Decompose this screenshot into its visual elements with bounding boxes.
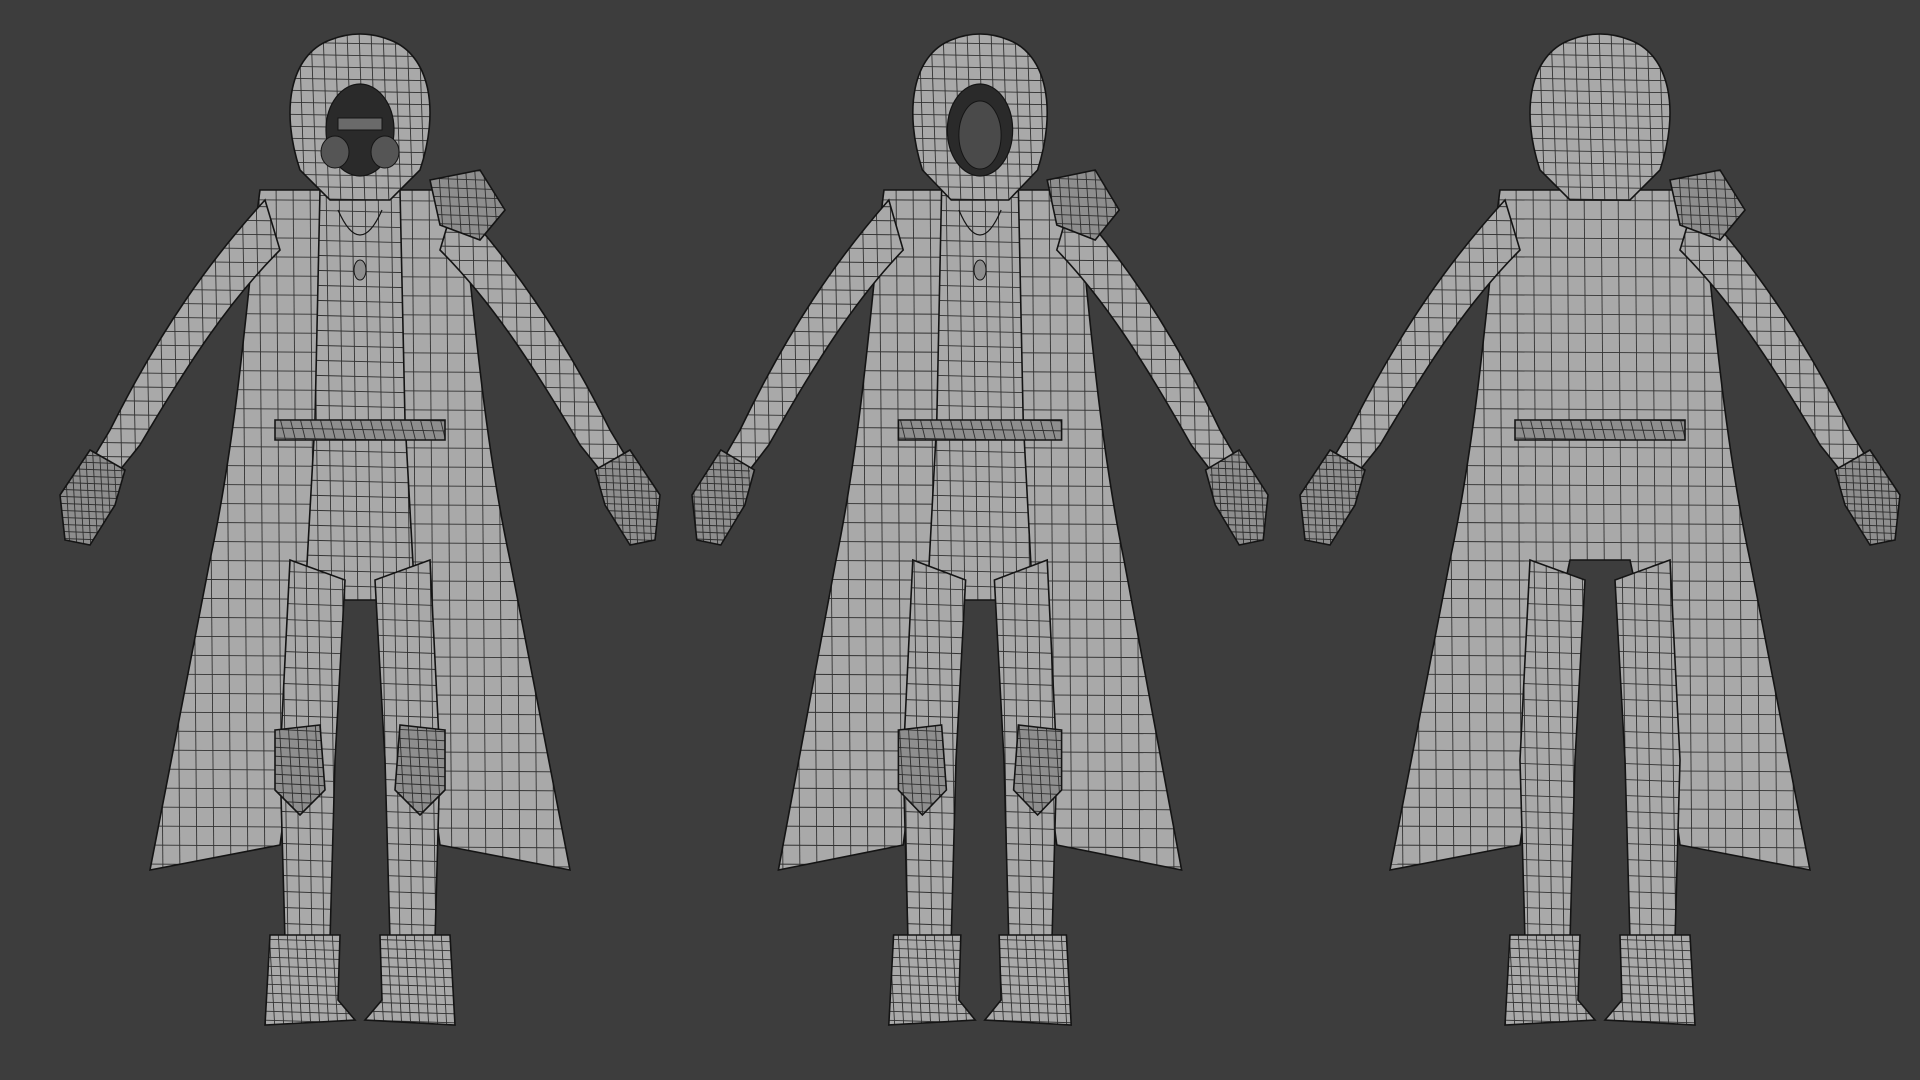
right-boot-icon xyxy=(363,934,456,1026)
front-view[interactable] xyxy=(50,30,673,1032)
belt-icon xyxy=(897,419,1063,441)
left-boot-icon xyxy=(1504,934,1597,1026)
three-quarter-view[interactable] xyxy=(670,30,1293,1032)
hood-icon xyxy=(1529,33,1671,201)
3d-viewport[interactable] xyxy=(0,0,1920,1080)
wireframe-scene xyxy=(50,30,1913,1032)
right-boot-icon xyxy=(983,934,1073,1026)
face-icon xyxy=(946,83,1014,177)
belt-icon xyxy=(1514,419,1686,441)
left-boot-icon xyxy=(264,934,357,1026)
belt-icon xyxy=(274,419,446,441)
right-boot-icon xyxy=(1603,934,1696,1026)
back-view[interactable] xyxy=(1290,30,1913,1032)
left-boot-icon xyxy=(887,934,977,1026)
